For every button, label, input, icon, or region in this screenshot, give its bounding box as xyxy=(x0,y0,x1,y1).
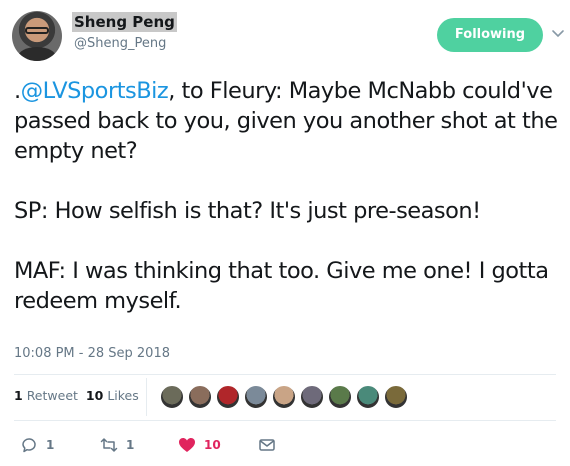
tweet-prefix: . xyxy=(14,78,21,104)
likes-label: Likes xyxy=(107,388,139,403)
envelope-icon xyxy=(259,439,275,451)
avatar-shirt xyxy=(18,47,56,61)
tweet-paragraph-1: .@LVSportsBiz, to Fleury: Maybe McNabb c… xyxy=(14,76,562,166)
user-name[interactable]: Sheng Peng xyxy=(72,12,177,32)
divider-bottom xyxy=(14,420,556,421)
avatar-glasses xyxy=(25,27,49,34)
liker-avatar-7[interactable] xyxy=(328,385,352,409)
reply-button[interactable]: 1 xyxy=(20,436,54,454)
liker-avatar-1[interactable] xyxy=(160,385,184,409)
user-handle[interactable]: @Sheng_Peng xyxy=(74,36,166,51)
tweet-text: .@LVSportsBiz, to Fleury: Maybe McNabb c… xyxy=(14,76,562,316)
tweet-stats: 1 Retweet 10 Likes xyxy=(14,388,139,403)
stats-separator xyxy=(146,378,147,416)
chevron-down-icon[interactable] xyxy=(551,27,565,41)
retweets-label: Retweet xyxy=(26,388,78,403)
liker-avatar-9[interactable] xyxy=(384,385,408,409)
reply-icon xyxy=(22,438,36,453)
liker-avatar-6[interactable] xyxy=(300,385,324,409)
liker-avatar-4[interactable] xyxy=(244,385,268,409)
like-count: 10 xyxy=(204,438,221,452)
retweets-count: 1 xyxy=(14,388,23,403)
divider-top xyxy=(14,374,556,375)
likers-avatars xyxy=(160,385,412,409)
tweet-paragraph-3: MAF: I was thinking that too. Give me on… xyxy=(14,258,549,314)
following-button[interactable]: Following xyxy=(437,18,543,52)
retweet-button[interactable]: 1 xyxy=(100,436,134,454)
retweet-count: 1 xyxy=(126,438,135,452)
liker-avatar-3[interactable] xyxy=(216,385,240,409)
user-avatar[interactable] xyxy=(12,11,62,61)
retweets-stat[interactable]: 1 Retweet xyxy=(14,388,78,403)
like-button[interactable]: 10 xyxy=(178,436,221,454)
tweet-paragraph-2: SP: How selfish is that? It's just pre-s… xyxy=(14,198,481,224)
liker-avatar-8[interactable] xyxy=(356,385,380,409)
mention-link[interactable]: @LVSportsBiz xyxy=(21,78,169,104)
heart-icon xyxy=(179,438,195,452)
retweet-icon xyxy=(100,438,118,452)
likes-count: 10 xyxy=(85,388,104,403)
liker-avatar-5[interactable] xyxy=(272,385,296,409)
liker-avatar-2[interactable] xyxy=(188,385,212,409)
likes-stat[interactable]: 10 Likes xyxy=(86,388,139,403)
reply-count: 1 xyxy=(46,438,55,452)
direct-message-button[interactable] xyxy=(258,436,276,454)
tweet-timestamp[interactable]: 10:08 PM - 28 Sep 2018 xyxy=(14,346,170,361)
